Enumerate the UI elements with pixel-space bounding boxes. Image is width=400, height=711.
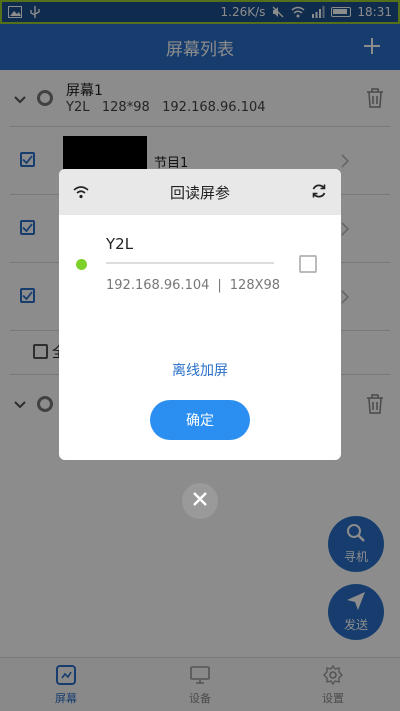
readback-dialog: 回读屏参 Y2L 192.168.96.104 | 128X98 离线加屏 确定 [59,169,341,460]
close-icon [192,491,208,511]
device-meta-separator: | [217,278,222,293]
close-dialog-button[interactable] [182,483,218,519]
device-ip: 192.168.96.104 [106,278,210,293]
refresh-icon[interactable] [311,183,327,199]
divider [106,262,274,264]
device-size: 128X98 [229,278,281,293]
device-meta: 192.168.96.104 | 128X98 [106,278,280,293]
device-checkbox[interactable] [299,255,317,273]
wifi-icon [73,184,89,200]
confirm-button[interactable]: 确定 [150,400,250,440]
offline-add-screen-link[interactable]: 离线加屏 [59,360,341,380]
device-name: Y2L [106,235,134,253]
dialog-title: 回读屏参 [169,183,230,202]
dialog-header: 回读屏参 [59,169,341,215]
device-online-indicator [76,259,87,270]
